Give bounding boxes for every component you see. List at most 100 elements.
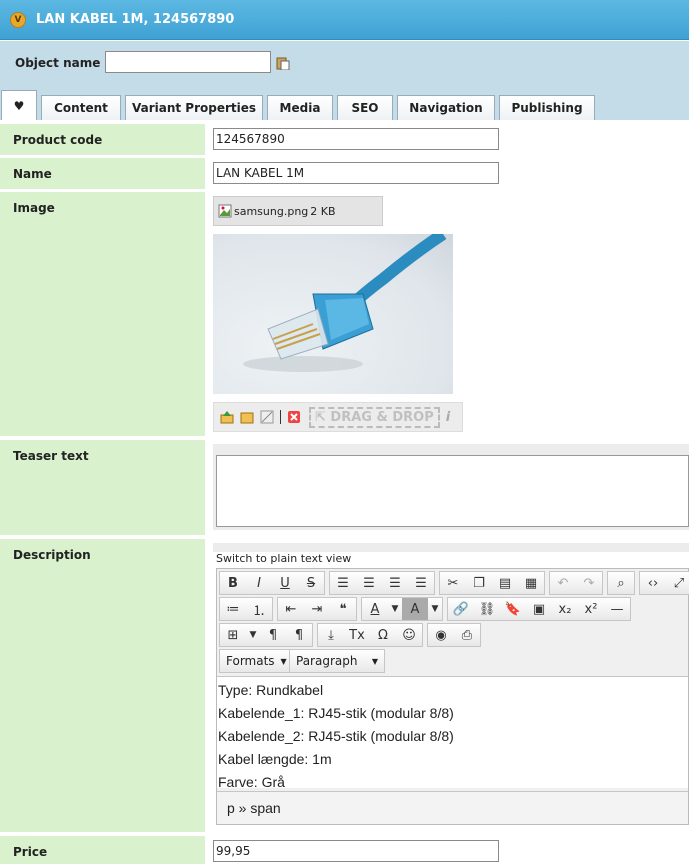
name-row: Name LAN KABEL 1M bbox=[0, 158, 689, 189]
indent-icon[interactable]: ⇥ bbox=[304, 598, 330, 620]
underline-button[interactable]: U bbox=[272, 572, 298, 594]
italic-button[interactable]: I bbox=[246, 572, 272, 594]
toolbar-row-3: ⊞ ▼ ¶ ¶ ⤓ Tx Ω ☺ ◉ ⎙ bbox=[219, 623, 485, 647]
price-row: Price 99,95 bbox=[0, 836, 689, 864]
product-code-row: Product code 124567890 bbox=[0, 124, 689, 155]
heart-icon: ♥ bbox=[13, 98, 25, 113]
tab-strip: ♥ Content Variant Properties Media SEO N… bbox=[0, 90, 595, 120]
align-justify-icon[interactable]: ☰ bbox=[408, 572, 434, 594]
background-color-dropdown-icon[interactable]: ▼ bbox=[428, 598, 442, 620]
paste-word-icon[interactable]: ▦ bbox=[518, 572, 544, 594]
upload-icon[interactable] bbox=[220, 410, 234, 424]
teaser-editor[interactable] bbox=[216, 455, 689, 527]
image-file-size: 2 KB bbox=[310, 204, 336, 218]
toolbar-row-1: B I U S ☰ ☰ ☰ ☰ ✂ ❐ ▤ ▦ ↶ ↷ ⌕ ‹› ⤢ bbox=[219, 571, 689, 595]
formats-label: Formats bbox=[226, 654, 275, 668]
name-label: Name bbox=[0, 158, 205, 189]
table-dropdown-icon[interactable]: ▼ bbox=[246, 624, 260, 646]
app-logo-icon: V bbox=[10, 11, 26, 28]
numbered-list-icon[interactable]: ⒈ bbox=[246, 598, 272, 620]
title-bar: V LAN KABEL 1M, 124567890 bbox=[0, 0, 689, 40]
product-code-input[interactable]: 124567890 bbox=[213, 128, 499, 150]
bold-button[interactable]: B bbox=[220, 572, 246, 594]
teaser-label: Teaser text bbox=[0, 440, 205, 535]
name-input[interactable]: LAN KABEL 1M bbox=[213, 162, 499, 184]
price-input[interactable]: 99,95 bbox=[213, 840, 499, 862]
tab-favorite[interactable]: ♥ bbox=[1, 90, 37, 120]
align-left-icon[interactable]: ☰ bbox=[330, 572, 356, 594]
drag-drop-zone[interactable]: ⇱ DRAG & DROP bbox=[309, 406, 440, 428]
background-color-icon[interactable]: A bbox=[402, 598, 428, 620]
anchor-icon[interactable]: 🔖 bbox=[500, 598, 526, 620]
product-code-label: Product code bbox=[0, 124, 205, 155]
image-icon[interactable]: ▣ bbox=[526, 598, 552, 620]
outdent-icon[interactable]: ⇤ bbox=[278, 598, 304, 620]
paragraph-dropdown[interactable]: Paragraph ▼ bbox=[289, 649, 385, 673]
redo-icon[interactable]: ↷ bbox=[576, 572, 602, 594]
special-char-icon[interactable]: Ω bbox=[370, 624, 396, 646]
window-title: LAN KABEL 1M, 124567890 bbox=[36, 12, 235, 27]
align-center-icon[interactable]: ☰ bbox=[356, 572, 382, 594]
bullet-list-icon[interactable]: ≔ bbox=[220, 598, 246, 620]
link-icon[interactable]: 🔗 bbox=[448, 598, 474, 620]
tab-media[interactable]: Media bbox=[267, 95, 333, 120]
edit-image-icon[interactable] bbox=[260, 410, 274, 424]
preview-icon[interactable]: ◉ bbox=[428, 624, 454, 646]
strikethrough-button[interactable]: S bbox=[298, 572, 324, 594]
editor-content[interactable]: Type: Rundkabel Kabelende_1: RJ45-stik (… bbox=[217, 676, 688, 790]
insert-icon[interactable]: ⤓ bbox=[318, 624, 344, 646]
content-line: Kabelende_1: RJ45-stik (modular 8/8) bbox=[218, 705, 454, 721]
delete-icon[interactable] bbox=[287, 410, 301, 424]
description-band bbox=[213, 543, 689, 552]
unlink-icon[interactable]: ⛓ bbox=[474, 598, 500, 620]
tab-navigation[interactable]: Navigation bbox=[397, 95, 495, 120]
image-file-icon bbox=[218, 204, 232, 218]
paste-text-icon[interactable]: ▤ bbox=[492, 572, 518, 594]
undo-icon[interactable]: ↶ bbox=[550, 572, 576, 594]
fullscreen-icon[interactable]: ⤢ bbox=[666, 572, 689, 594]
plain-text-link[interactable]: Switch to plain text view bbox=[216, 552, 351, 565]
emoticon-icon[interactable]: ☺ bbox=[396, 624, 422, 646]
content-line: Kabelende_2: RJ45-stik (modular 8/8) bbox=[218, 728, 454, 744]
image-toolbar: ⇱ DRAG & DROP i bbox=[213, 402, 463, 432]
paste-icon[interactable] bbox=[276, 56, 290, 70]
subscript-icon[interactable]: x₂ bbox=[552, 598, 578, 620]
copy-icon[interactable]: ❐ bbox=[466, 572, 492, 594]
cut-icon[interactable]: ✂ bbox=[440, 572, 466, 594]
text-color-icon[interactable]: A bbox=[362, 598, 388, 620]
info-icon[interactable]: i bbox=[446, 410, 450, 425]
print-icon[interactable]: ⎙ bbox=[454, 624, 480, 646]
price-label: Price bbox=[0, 836, 205, 864]
object-name-label: Object name bbox=[15, 56, 101, 70]
editor-status-path: p » span bbox=[217, 791, 688, 824]
align-right-icon[interactable]: ☰ bbox=[382, 572, 408, 594]
superscript-icon[interactable]: x² bbox=[578, 598, 604, 620]
object-name-input[interactable] bbox=[105, 51, 271, 73]
toolbar-separator bbox=[280, 410, 281, 424]
tab-publishing[interactable]: Publishing bbox=[499, 95, 595, 120]
rich-text-editor: B I U S ☰ ☰ ☰ ☰ ✂ ❐ ▤ ▦ ↶ ↷ ⌕ ‹› ⤢ ≔ ⒈ ⇤… bbox=[216, 568, 689, 825]
tab-variant-properties[interactable]: Variant Properties bbox=[125, 95, 263, 120]
ltr-icon[interactable]: ¶ bbox=[260, 624, 286, 646]
find-icon[interactable]: ⌕ bbox=[608, 572, 634, 594]
text-color-dropdown-icon[interactable]: ▼ bbox=[388, 598, 402, 620]
image-label: Image bbox=[0, 192, 205, 436]
image-file-name: samsung.png bbox=[234, 204, 309, 218]
header-panel: Object name ♥ Content Variant Properties… bbox=[0, 41, 689, 120]
tab-content[interactable]: Content bbox=[41, 95, 121, 120]
tab-seo[interactable]: SEO bbox=[337, 95, 393, 120]
image-file-chip[interactable]: samsung.png 2 KB bbox=[213, 196, 383, 226]
folder-icon[interactable] bbox=[240, 410, 254, 424]
horizontal-rule-icon[interactable]: — bbox=[604, 598, 630, 620]
paragraph-label: Paragraph bbox=[296, 654, 358, 668]
table-icon[interactable]: ⊞ bbox=[220, 624, 246, 646]
formats-dropdown[interactable]: Formats ▼ bbox=[219, 649, 289, 673]
clear-format-icon[interactable]: Tx bbox=[344, 624, 370, 646]
formats-chevron-down-icon: ▼ bbox=[280, 656, 287, 666]
content-line: Kabel længde: 1m bbox=[218, 751, 332, 767]
content-line: Type: Rundkabel bbox=[218, 682, 324, 698]
rtl-icon[interactable]: ¶ bbox=[286, 624, 312, 646]
blockquote-icon[interactable]: ❝ bbox=[330, 598, 356, 620]
source-code-icon[interactable]: ‹› bbox=[640, 572, 666, 594]
product-image[interactable] bbox=[213, 234, 453, 394]
